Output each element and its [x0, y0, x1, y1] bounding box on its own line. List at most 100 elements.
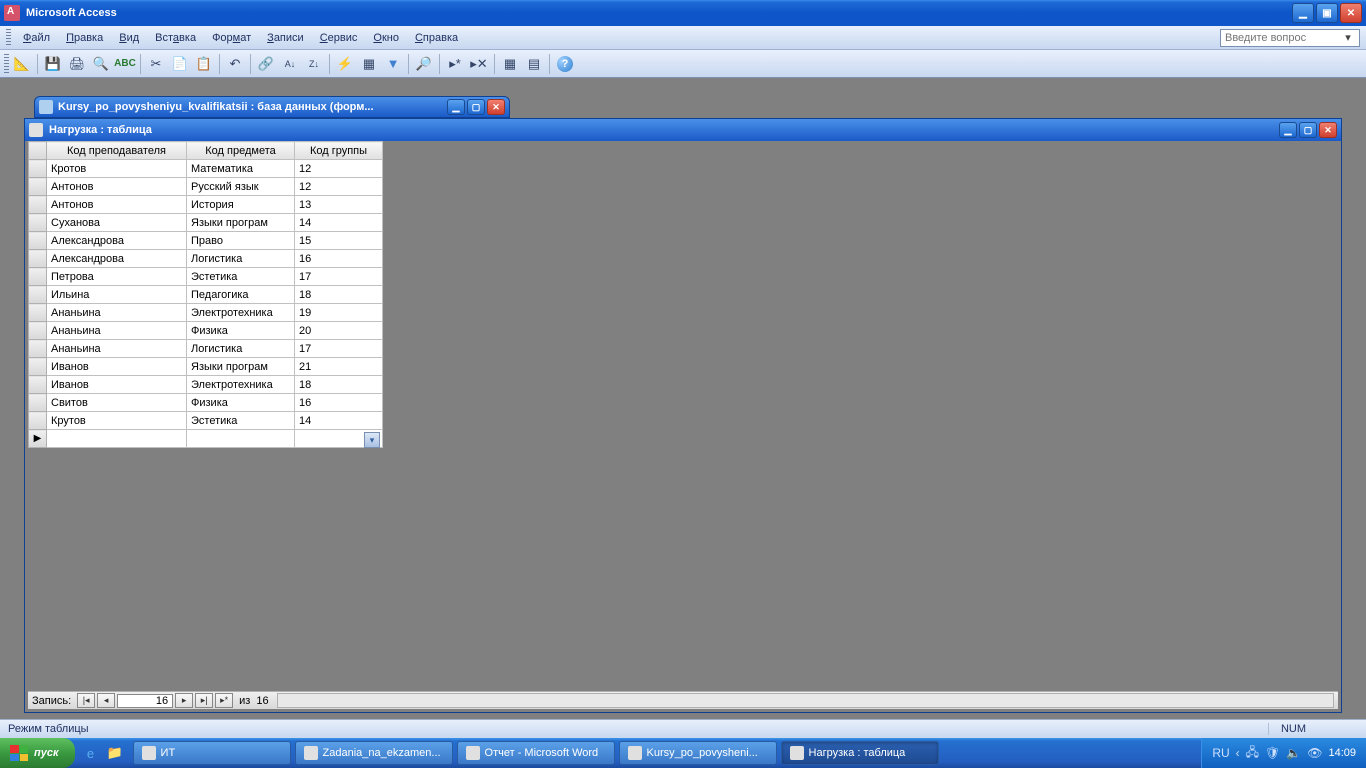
cell-subject[interactable]: Логистика	[187, 250, 295, 268]
paste-button[interactable]: 📋	[193, 53, 215, 75]
tray-volume-icon[interactable]: 🔈	[1286, 746, 1301, 760]
cell-subject[interactable]: Математика	[187, 160, 295, 178]
table-row[interactable]: Кротов Математика 12	[29, 160, 383, 178]
table-row[interactable]: Крутов Эстетика 14	[29, 412, 383, 430]
nav-next-button[interactable]: ▸	[175, 693, 193, 708]
row-selector[interactable]	[29, 340, 47, 358]
cell-subject[interactable]: Языки програм	[187, 214, 295, 232]
horizontal-scrollbar[interactable]	[277, 693, 1334, 708]
app-close-button[interactable]: ✕	[1340, 3, 1362, 23]
row-selector[interactable]	[29, 358, 47, 376]
tablewin-maximize-button[interactable]: ▢	[1299, 122, 1317, 138]
cell-teacher[interactable]: Ананьина	[47, 322, 187, 340]
dbwin-close-button[interactable]: ✕	[487, 99, 505, 115]
cell-teacher[interactable]: Ананьина	[47, 340, 187, 358]
row-selector[interactable]	[29, 214, 47, 232]
tray-arrow-icon[interactable]: ‹	[1236, 746, 1240, 760]
table-row[interactable]: Ильина Педагогика 18	[29, 286, 383, 304]
row-selector[interactable]	[29, 412, 47, 430]
menu-edit[interactable]: Правка	[58, 30, 111, 46]
menu-window[interactable]: Окно	[365, 30, 407, 46]
cell-teacher[interactable]: Иванов	[47, 376, 187, 394]
cell-group[interactable]: 12	[295, 178, 383, 196]
cut-button[interactable]: ✂	[145, 53, 167, 75]
start-button[interactable]: пуск	[0, 738, 75, 768]
column-header[interactable]: Код предмета	[187, 142, 295, 160]
cell-group-dropdown[interactable]	[295, 430, 383, 448]
cell-teacher[interactable]: Кротов	[47, 160, 187, 178]
sort-asc-button[interactable]: A↓	[279, 53, 301, 75]
row-selector[interactable]	[29, 268, 47, 286]
tray-clock[interactable]: 14:09	[1328, 747, 1356, 759]
cell-teacher[interactable]: Крутов	[47, 412, 187, 430]
cell-group[interactable]: 16	[295, 394, 383, 412]
row-selector[interactable]	[29, 322, 47, 340]
row-selector[interactable]	[29, 232, 47, 250]
row-selector[interactable]	[29, 196, 47, 214]
new-object-button[interactable]: ▤	[523, 53, 545, 75]
menu-tools[interactable]: Сервис	[312, 30, 366, 46]
nav-last-button[interactable]: ▸|	[195, 693, 213, 708]
cell-subject[interactable]: Физика	[187, 322, 295, 340]
menu-format[interactable]: Формат	[204, 30, 259, 46]
cell-group[interactable]: 18	[295, 376, 383, 394]
cell-teacher[interactable]: Антонов	[47, 178, 187, 196]
row-selector[interactable]	[29, 178, 47, 196]
menu-help[interactable]: Справка	[407, 30, 466, 46]
cell-teacher[interactable]: Александрова	[47, 250, 187, 268]
cell-subject[interactable]: Логистика	[187, 340, 295, 358]
cell-subject[interactable]: Электротехника	[187, 376, 295, 394]
delete-record-button[interactable]: ▸✕	[468, 53, 490, 75]
dbwin-minimize-button[interactable]: ▁	[447, 99, 465, 115]
table-row[interactable]: Свитов Физика 16	[29, 394, 383, 412]
data-grid[interactable]: Код преподавателяКод предметаКод группы …	[28, 141, 383, 448]
menu-file[interactable]: Файл	[15, 30, 58, 46]
cell-teacher[interactable]: Антонов	[47, 196, 187, 214]
nav-first-button[interactable]: |◂	[77, 693, 95, 708]
cell-teacher[interactable]: Ананьина	[47, 304, 187, 322]
filter-by-selection-button[interactable]: ⚡	[334, 53, 356, 75]
row-selector[interactable]	[29, 394, 47, 412]
table-row[interactable]: Александрова Право 15	[29, 232, 383, 250]
new-record-button[interactable]: ▸*	[444, 53, 466, 75]
taskbar-button[interactable]: Отчет - Microsoft Word	[457, 741, 615, 765]
cell-subject[interactable]	[187, 430, 295, 448]
save-button[interactable]: 💾	[42, 53, 64, 75]
dbwin-maximize-button[interactable]: ▢	[467, 99, 485, 115]
spelling-button[interactable]: ABC	[114, 53, 136, 75]
table-window-titlebar[interactable]: Нагрузка : таблица ▁ ▢ ✕	[25, 119, 1341, 141]
cell-subject[interactable]: Электротехника	[187, 304, 295, 322]
taskbar-button[interactable]: Zadania_na_ekzamen...	[295, 741, 453, 765]
cell-teacher[interactable]: Суханова	[47, 214, 187, 232]
cell-group[interactable]: 14	[295, 214, 383, 232]
tablewin-close-button[interactable]: ✕	[1319, 122, 1337, 138]
ask-a-question-box[interactable]: ▾	[1220, 29, 1360, 47]
database-window-button[interactable]: ▦	[499, 53, 521, 75]
column-header[interactable]: Код группы	[295, 142, 383, 160]
undo-button[interactable]: ↶	[224, 53, 246, 75]
cell-group[interactable]: 20	[295, 322, 383, 340]
cell-group[interactable]: 18	[295, 286, 383, 304]
menu-records[interactable]: Записи	[259, 30, 312, 46]
table-row[interactable]: Петрова Эстетика 17	[29, 268, 383, 286]
record-number-input[interactable]	[117, 694, 173, 708]
column-header[interactable]: Код преподавателя	[47, 142, 187, 160]
tray-shield-icon[interactable]: 🛡	[1265, 746, 1280, 760]
cell-group[interactable]: 17	[295, 268, 383, 286]
cell-subject[interactable]: Русский язык	[187, 178, 295, 196]
cell-subject[interactable]: Физика	[187, 394, 295, 412]
taskbar-button[interactable]: Kursy_po_povysheni...	[619, 741, 777, 765]
help-button[interactable]: ?	[554, 53, 576, 75]
cell-group[interactable]: 17	[295, 340, 383, 358]
cell-group[interactable]: 15	[295, 232, 383, 250]
find-button[interactable]: 🔎	[413, 53, 435, 75]
tray-eye-icon[interactable]: 👁	[1307, 746, 1322, 760]
cell-teacher[interactable]: Александрова	[47, 232, 187, 250]
menu-view[interactable]: Вид	[111, 30, 147, 46]
cell-teacher[interactable]	[47, 430, 187, 448]
row-selector[interactable]	[29, 376, 47, 394]
taskbar-button[interactable]: ИТ	[133, 741, 291, 765]
app-minimize-button[interactable]: ▁	[1292, 3, 1314, 23]
cell-subject[interactable]: Эстетика	[187, 268, 295, 286]
table-row[interactable]: Ананьина Электротехника 19	[29, 304, 383, 322]
